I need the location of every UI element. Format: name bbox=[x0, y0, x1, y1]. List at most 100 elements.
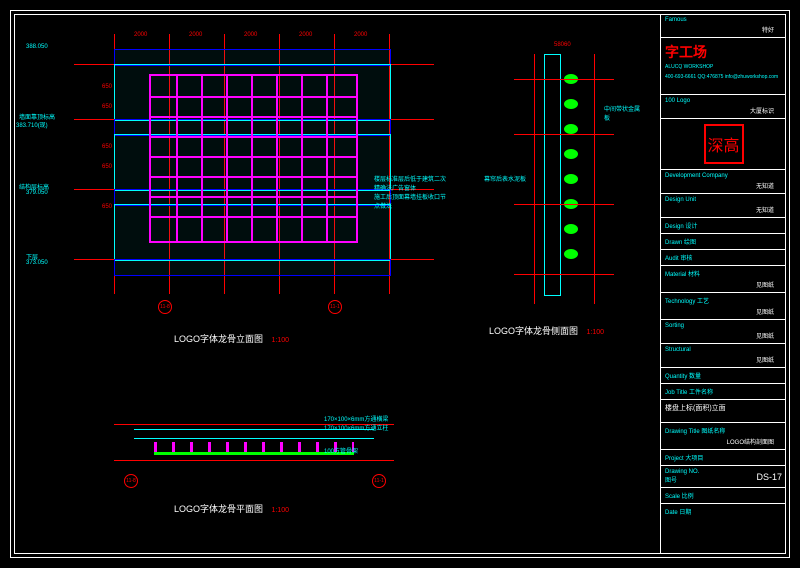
grid-bubble: 11-1 bbox=[372, 474, 386, 488]
seal: 深高 bbox=[661, 119, 786, 170]
dim: 2000 bbox=[299, 32, 312, 38]
bracket-icon bbox=[564, 149, 578, 159]
view-section: 58060 中间带状金属板 幕帘后表水泥板 bbox=[514, 54, 644, 314]
value: DS-17 bbox=[756, 472, 782, 482]
caption-scale: 1:100 bbox=[272, 337, 290, 344]
caption-text: LOGO字体龙骨立面图 bbox=[174, 334, 263, 344]
value: 见图纸 bbox=[665, 331, 774, 340]
seal-icon: 深高 bbox=[704, 124, 744, 164]
section-wall bbox=[544, 54, 561, 296]
tb-audit: Audit 审核 bbox=[661, 250, 786, 266]
company-logo: 字工场 ALUCQ WORKSHOP 400-693-6661 QQ:47687… bbox=[661, 38, 786, 95]
tb-project: Project 大项目 bbox=[661, 450, 786, 466]
value: LOGO结构剖面图 bbox=[665, 437, 774, 446]
grid-line-h bbox=[514, 134, 614, 135]
keel-h bbox=[151, 96, 356, 98]
tb-job-title: Job Title 工件名称 bbox=[661, 384, 786, 400]
grid-line-h bbox=[514, 274, 614, 275]
tb-material: Material 材料 见图纸 bbox=[661, 266, 786, 293]
dim: 2000 bbox=[244, 32, 257, 38]
titleblock: Famous 特好 字工场 ALUCQ WORKSHOP 400-693-666… bbox=[660, 14, 786, 554]
label: Design 设计 bbox=[665, 221, 782, 230]
tb-date: Date 日期 bbox=[661, 504, 786, 519]
bracket-icon bbox=[564, 124, 578, 134]
dim: 650 bbox=[102, 144, 112, 150]
cad-canvas: 2000 2000 2000 2000 2000 650 650 650 650… bbox=[0, 0, 800, 568]
bracket-icon bbox=[564, 174, 578, 184]
value: 特好 bbox=[665, 25, 774, 34]
level-mark: 388.050 bbox=[26, 44, 48, 50]
label: Date 日期 bbox=[665, 507, 782, 516]
dim: 650 bbox=[102, 104, 112, 110]
dim: 650 bbox=[102, 204, 112, 210]
caption-text: LOGO字体龙骨侧面图 bbox=[489, 326, 578, 336]
note: 100方管骨架 bbox=[324, 446, 358, 455]
dim: 58060 bbox=[554, 42, 571, 48]
tb-proj-logo: 100 Logo 大厦标识 bbox=[661, 95, 786, 119]
keel-h bbox=[151, 176, 356, 178]
label: Structural bbox=[665, 347, 782, 353]
label2: 图号 bbox=[665, 475, 699, 484]
label: Project 大项目 bbox=[665, 453, 782, 462]
grid-line-h bbox=[114, 460, 394, 461]
keel-h bbox=[151, 116, 356, 118]
label: Famous bbox=[665, 17, 782, 23]
keel-h bbox=[151, 216, 356, 218]
label: Scale 比例 bbox=[665, 491, 782, 500]
keel-h bbox=[151, 156, 356, 158]
dim: 2000 bbox=[134, 32, 147, 38]
label: Material 材料 bbox=[665, 269, 782, 278]
caption-text: LOGO字体龙骨平面图 bbox=[174, 504, 263, 514]
label: Technology 工艺 bbox=[665, 296, 782, 305]
keel-h bbox=[151, 136, 356, 138]
view-plan: 170×100×6mm方通横梁 170×100×6mm方通立柱 100方管骨架 … bbox=[114, 404, 414, 504]
grid-bubble: 11-8 bbox=[158, 300, 172, 314]
tb-drawing-no: Drawing NO. 图号 DS-17 bbox=[661, 466, 786, 488]
logo-sub: ALUCQ WORKSHOP bbox=[665, 64, 782, 70]
tb-design: Design 设计 bbox=[661, 218, 786, 234]
tb-drawing-title: Drawing Title 图纸名称 LOGO结构剖面图 bbox=[661, 423, 786, 450]
note: 幕帘后表水泥板 bbox=[484, 174, 526, 183]
value: 大厦标识 bbox=[665, 106, 774, 115]
level-mark: 383.710(现) bbox=[16, 120, 48, 129]
label: Drawn 绘图 bbox=[665, 237, 782, 246]
tb-quantity: Quantity 数量 bbox=[661, 368, 786, 384]
value: 见图纸 bbox=[665, 355, 774, 364]
label: Development Company bbox=[665, 173, 782, 179]
label: Drawing Title 图纸名称 bbox=[665, 426, 782, 435]
note: 楼层标准层后低于建筑二次精确法广告窗体 施工后顶面幕墙挂板收口节点做法 bbox=[374, 174, 449, 210]
curtain-band bbox=[114, 259, 391, 276]
section-keel-col bbox=[564, 64, 582, 284]
bracket-icon bbox=[564, 99, 578, 109]
view-title-elevation: LOGO字体龙骨立面图 1:100 bbox=[174, 332, 289, 345]
keel-frame bbox=[149, 74, 358, 243]
value: 见图纸 bbox=[665, 280, 774, 289]
value: 见图纸 bbox=[665, 307, 774, 316]
bracket-icon bbox=[564, 249, 578, 259]
dim: 650 bbox=[102, 164, 112, 170]
tb-famous: Famous 特好 bbox=[661, 14, 786, 38]
value: 无知道 bbox=[665, 205, 774, 214]
grid-line-h bbox=[514, 79, 614, 80]
label: Audit 审核 bbox=[665, 253, 782, 262]
bracket-icon bbox=[564, 224, 578, 234]
view-title-plan: LOGO字体龙骨平面图 1:100 bbox=[174, 502, 289, 515]
tb-building: 楼盘上标(面积)立面 bbox=[661, 400, 786, 423]
grid-line-v bbox=[594, 54, 595, 304]
level-mark: 379.050 bbox=[26, 190, 48, 196]
grid-line-h bbox=[514, 204, 614, 205]
tb-scale: Scale 比例 bbox=[661, 488, 786, 504]
dim: 650 bbox=[102, 84, 112, 90]
view-elevation: 2000 2000 2000 2000 2000 650 650 650 650… bbox=[74, 34, 454, 314]
note: 中间带状金属板 bbox=[604, 104, 644, 122]
tb-design-unit: Design Unit 无知道 bbox=[661, 194, 786, 218]
note: 170×100×6mm方通横梁 170×100×6mm方通立柱 bbox=[324, 414, 388, 432]
view-title-section: LOGO字体龙骨侧面图 1:100 bbox=[489, 324, 604, 337]
dim: 2000 bbox=[189, 32, 202, 38]
grid-bubble: 11-8 bbox=[124, 474, 138, 488]
level-mark: 373.050 bbox=[26, 260, 48, 266]
tb-sorting: Sorting 见图纸 bbox=[661, 320, 786, 344]
label: Quantity 数量 bbox=[665, 371, 782, 380]
tb-dev-company: Development Company 无知道 bbox=[661, 170, 786, 194]
caption-scale: 1:100 bbox=[587, 329, 605, 336]
